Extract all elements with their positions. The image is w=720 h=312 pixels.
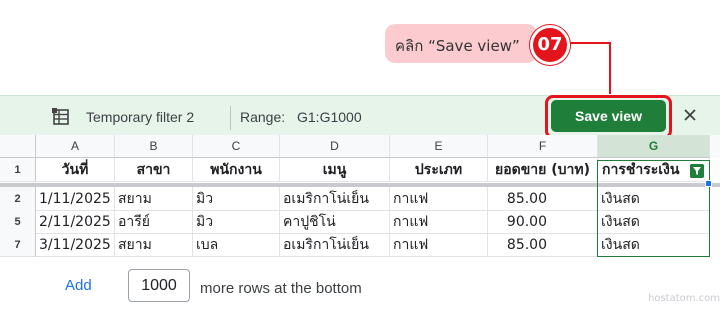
- header-cell[interactable]: วันที่: [36, 158, 115, 182]
- rows-suffix-label: more rows at the bottom: [200, 280, 362, 297]
- table-cell[interactable]: สยาม: [115, 187, 193, 211]
- column-header-e[interactable]: E: [390, 135, 488, 158]
- row-number[interactable]: 7: [0, 233, 36, 257]
- table-cell[interactable]: 2/11/2025: [36, 210, 115, 234]
- column-header-a[interactable]: A: [36, 135, 115, 158]
- table-cell[interactable]: กาแฟ: [390, 210, 488, 234]
- watermark: hostatom.com: [648, 293, 720, 304]
- table-grid-icon: [52, 108, 69, 125]
- close-icon[interactable]: [681, 106, 699, 124]
- add-rows-button[interactable]: Add: [65, 277, 92, 294]
- table-cell[interactable]: อเมริกาโน่เย็น: [280, 233, 390, 257]
- header-cell[interactable]: เมนู: [280, 158, 390, 182]
- instruction-callout: คลิก “Save view”: [385, 24, 537, 63]
- column-header-c[interactable]: C: [193, 135, 280, 158]
- header-cell[interactable]: ประเภท: [390, 158, 488, 182]
- range-value[interactable]: G1:G1000: [297, 109, 362, 125]
- table-cell[interactable]: มิว: [193, 187, 280, 211]
- select-all-corner[interactable]: [0, 135, 36, 158]
- column-header-b[interactable]: B: [115, 135, 193, 158]
- selection-handle[interactable]: [705, 180, 712, 187]
- step-badge: 07: [530, 25, 570, 65]
- table-cell[interactable]: 85.00: [488, 187, 598, 211]
- table-cell[interactable]: 1/11/2025: [36, 187, 115, 211]
- callout-connector-vertical: [609, 42, 611, 94]
- row-number[interactable]: 1: [0, 158, 36, 182]
- selected-column-outline: [597, 160, 710, 257]
- callout-text: คลิก “Save view”: [395, 37, 520, 55]
- table-cell[interactable]: สยาม: [115, 233, 193, 257]
- table-cell[interactable]: มิว: [193, 210, 280, 234]
- header-cell[interactable]: สาขา: [115, 158, 193, 182]
- header-cell[interactable]: ยอดขาย (บาท): [488, 158, 598, 182]
- table-cell[interactable]: คาปูชิโน่: [280, 210, 390, 234]
- row-number[interactable]: 5: [0, 210, 36, 234]
- table-cell[interactable]: กาแฟ: [390, 187, 488, 211]
- column-header-d[interactable]: D: [280, 135, 390, 158]
- table-cell[interactable]: 90.00: [488, 210, 598, 234]
- rows-count-input[interactable]: 1000: [128, 269, 190, 302]
- column-headers: A B C D E F G: [0, 135, 720, 158]
- range-label: Range:: [240, 109, 286, 125]
- table-cell[interactable]: 3/11/2025: [36, 233, 115, 257]
- table-cell[interactable]: 85.00: [488, 233, 598, 257]
- save-view-button[interactable]: Save view: [551, 100, 666, 132]
- row-number[interactable]: 2: [0, 187, 36, 211]
- callout-connector: [569, 42, 611, 44]
- table-cell[interactable]: อารีย์: [115, 210, 193, 234]
- column-header-f[interactable]: F: [488, 135, 598, 158]
- divider: [230, 106, 231, 130]
- filter-view-name[interactable]: Temporary filter 2: [86, 109, 194, 125]
- header-cell[interactable]: พนักงาน: [193, 158, 280, 182]
- column-header-g[interactable]: G: [598, 135, 710, 158]
- table-cell[interactable]: เบล: [193, 233, 280, 257]
- table-cell[interactable]: กาแฟ: [390, 233, 488, 257]
- table-cell[interactable]: อเมริกาโน่เย็น: [280, 187, 390, 211]
